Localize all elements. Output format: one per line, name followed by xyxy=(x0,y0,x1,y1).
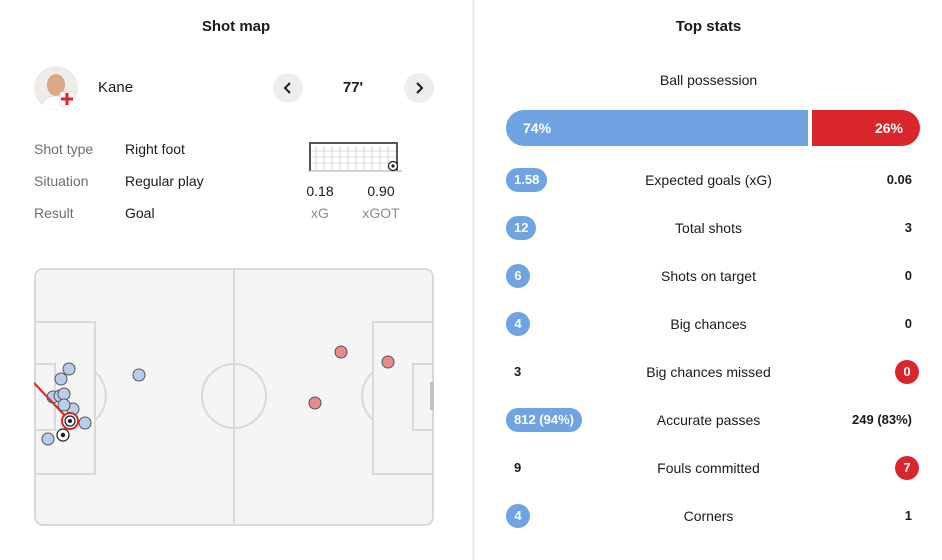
stat-away-value: 0.06 xyxy=(886,172,912,187)
xgot-label: xGOT xyxy=(362,205,400,221)
goal-frame-graphic xyxy=(308,141,402,182)
next-shot-button[interactable] xyxy=(404,73,434,103)
result-value: Goal xyxy=(125,205,155,221)
previous-shot-button[interactable] xyxy=(273,73,303,103)
stat-row-big-chances: 4 Big chances 0 xyxy=(475,309,942,337)
stat-row-fouls-committed: 9 Fouls committed 7 xyxy=(475,453,942,481)
home-shot-marker[interactable] xyxy=(57,387,71,401)
stat-label: Expected goals (xG) xyxy=(645,172,772,188)
possession-bar-away: 26% xyxy=(812,110,920,146)
selected-shot-marker[interactable] xyxy=(61,412,79,430)
player-avatar[interactable] xyxy=(34,66,78,110)
away-shot-marker[interactable] xyxy=(381,355,395,369)
stat-row-big-chances-missed: 3 Big chances missed 0 xyxy=(475,357,942,385)
stat-row-shots-on-target: 6 Shots on target 0 xyxy=(475,261,942,289)
stat-away-value: 7 xyxy=(895,456,919,480)
stat-label: Shots on target xyxy=(661,268,756,284)
stat-away-value: 0 xyxy=(904,268,912,283)
shot-type-label: Shot type xyxy=(34,141,94,157)
shot-type-value: Right foot xyxy=(125,141,185,157)
stat-away-value: 3 xyxy=(904,220,912,235)
home-shot-marker[interactable] xyxy=(78,416,92,430)
goal-ball-marker[interactable] xyxy=(56,428,70,442)
shot-map-panel: Shot map Kane 77' Shot type Right foot S… xyxy=(0,0,472,560)
stat-row-accurate-passes: 812 (94%) Accurate passes 249 (83%) xyxy=(475,405,942,433)
player-name[interactable]: Kane xyxy=(98,79,133,96)
home-shot-marker[interactable] xyxy=(41,432,55,446)
xgot-value: 0.90 xyxy=(367,183,395,199)
chevron-left-icon xyxy=(283,82,291,94)
stat-away-value: 1 xyxy=(904,508,912,523)
away-shot-marker[interactable] xyxy=(308,396,322,410)
stat-row-xg: 1.58 Expected goals (xG) 0.06 xyxy=(475,165,942,193)
stat-row-total-shots: 12 Total shots 3 xyxy=(475,213,942,241)
possession-bar-home: 74% xyxy=(506,110,808,146)
situation-value: Regular play xyxy=(125,173,204,189)
xg-value: 0.18 xyxy=(306,183,334,199)
stat-label: Fouls committed xyxy=(657,460,760,476)
home-shot-marker[interactable] xyxy=(132,368,146,382)
home-shot-marker[interactable] xyxy=(62,362,76,376)
xg-label: xG xyxy=(311,205,329,221)
top-stats-heading: Top stats xyxy=(675,18,742,35)
stat-away-value: 0 xyxy=(904,316,912,331)
stat-away-value: 0 xyxy=(895,360,919,384)
chevron-right-icon xyxy=(416,82,424,94)
stat-label: Total shots xyxy=(675,220,742,236)
stat-label: Big chances missed xyxy=(646,364,771,380)
home-shot-marker[interactable] xyxy=(54,372,68,386)
result-label: Result xyxy=(34,205,74,221)
top-stats-panel: Top stats Ball possession 74% 26% 1.58 E… xyxy=(475,0,942,560)
pitch-shot-map xyxy=(33,268,434,533)
possession-home-value: 74% xyxy=(523,120,552,136)
possession-label: Ball possession xyxy=(659,72,758,88)
stat-row-corners: 4 Corners 1 xyxy=(475,501,942,529)
situation-label: Situation xyxy=(34,173,89,189)
shot-map-heading: Shot map xyxy=(201,18,271,35)
shot-minute: 77' xyxy=(342,79,364,96)
stat-away-value: 249 (83%) xyxy=(852,412,912,427)
away-shot-marker[interactable] xyxy=(334,345,348,359)
stat-label: Corners xyxy=(683,508,734,524)
possession-away-value: 26% xyxy=(874,120,903,136)
stat-label: Big chances xyxy=(670,316,747,332)
